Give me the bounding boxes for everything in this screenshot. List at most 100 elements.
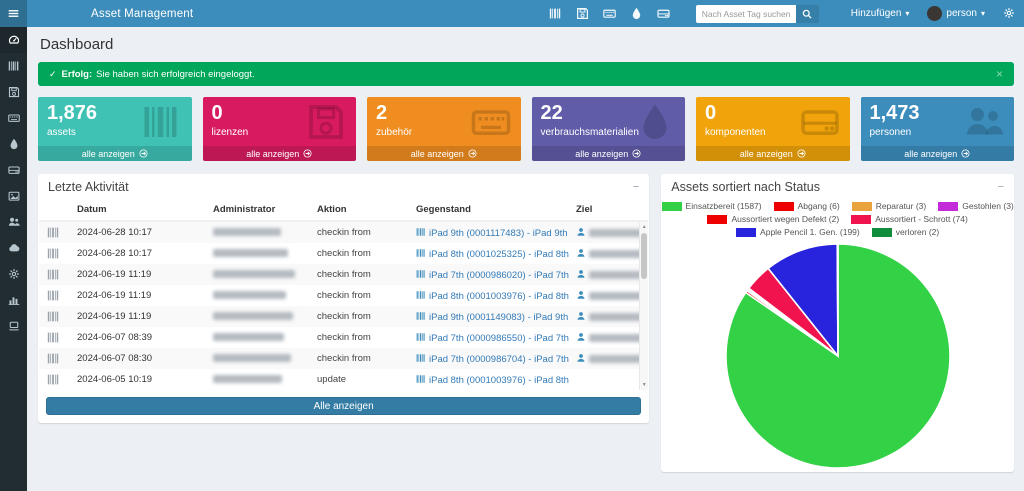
asset-link[interactable]: iPad 7th (0000986020) - iPad 7th bbox=[429, 270, 569, 281]
droplet-icon[interactable] bbox=[630, 7, 643, 20]
sidebar-item-assets[interactable] bbox=[0, 53, 27, 79]
asset-tag-search bbox=[695, 4, 819, 23]
view-all-label: alle anzeigen bbox=[575, 148, 629, 159]
sidebar-item-dashboard[interactable] bbox=[0, 27, 27, 53]
column-header-datum: Datum bbox=[71, 199, 207, 222]
legend-swatch bbox=[773, 201, 794, 211]
legend-item[interactable]: Gestohlen (3) bbox=[938, 201, 1014, 211]
activity-target bbox=[570, 306, 649, 327]
status-chart-header: Assets sortiert nach Status − bbox=[661, 174, 1014, 199]
user-dropdown[interactable]: person ▾ bbox=[927, 6, 985, 21]
success-alert: ✓ Erfolg: Sie haben sich erfolgreich ein… bbox=[38, 62, 1014, 86]
view-all-link[interactable]: alle anzeigen bbox=[202, 146, 356, 161]
scroll-down-arrow-icon[interactable]: ▼ bbox=[640, 381, 648, 390]
activity-table-header: Datum Administrator Aktion Gegenstand Ziel bbox=[39, 199, 649, 222]
floppy-icon bbox=[8, 86, 20, 98]
view-all-link[interactable]: alle anzeigen bbox=[38, 146, 192, 161]
asset-link[interactable]: iPad 9th (0001149083) - iPad 9th bbox=[429, 312, 568, 323]
sidebar-item-reports[interactable] bbox=[0, 287, 27, 313]
collapse-minus-icon[interactable]: − bbox=[998, 181, 1004, 193]
activity-date: 2024-06-07 08:30 bbox=[71, 348, 207, 369]
sidebar-item-kits[interactable] bbox=[0, 183, 27, 209]
hamburger-icon bbox=[8, 8, 19, 19]
legend-label: Apple Pencil 1. Gen. (199) bbox=[760, 227, 860, 237]
hdd-icon[interactable] bbox=[657, 7, 670, 20]
barcode-icon bbox=[416, 227, 426, 237]
legend-label: verloren (2) bbox=[895, 227, 940, 237]
asset-link[interactable]: iPad 7th (0000986550) - iPad 7th bbox=[429, 333, 569, 344]
sidebar-item-requestable[interactable] bbox=[0, 313, 27, 339]
legend-item[interactable]: Aussortiert - Schrott (74) bbox=[851, 214, 968, 224]
legend-label: Abgang (6) bbox=[797, 201, 840, 211]
legend-row: Einsatzbereit (1587) Abgang (6) Reparatur … bbox=[661, 201, 1014, 211]
add-dropdown-label: Hinzufügen bbox=[850, 8, 902, 19]
barcode-icon[interactable] bbox=[549, 7, 562, 20]
floppy-icon[interactable] bbox=[576, 7, 589, 20]
pie-slice-7[interactable] bbox=[836, 243, 839, 357]
table-row: 2024-06-07 08:39 checkin from iPad 7th (00… bbox=[39, 327, 649, 348]
status-pie-chart[interactable] bbox=[722, 240, 954, 472]
redacted-admin-name bbox=[213, 249, 288, 258]
asset-link[interactable]: iPad 9th (0001117483) - iPad 9th bbox=[429, 228, 568, 239]
sidebar-item-licenses[interactable] bbox=[0, 79, 27, 105]
search-input[interactable] bbox=[695, 4, 796, 23]
add-dropdown[interactable]: Hinzufügen ▾ bbox=[851, 8, 910, 19]
admin-settings-button[interactable] bbox=[1003, 7, 1016, 20]
barcode-icon bbox=[416, 290, 426, 300]
view-all-link[interactable]: alle anzeigen bbox=[696, 146, 850, 161]
activity-action: checkin from bbox=[311, 285, 410, 306]
collapse-minus-icon[interactable]: − bbox=[633, 181, 639, 193]
legend-item[interactable]: Reparatur (3) bbox=[851, 201, 926, 211]
close-icon[interactable]: × bbox=[996, 68, 1003, 80]
recent-activity-panel: Letzte Aktivität − Datum Administrator Akt… bbox=[38, 174, 650, 423]
avatar bbox=[927, 6, 943, 21]
activity-item: iPad 7th (0000986020) - iPad 7th bbox=[410, 264, 570, 285]
legend-row: Apple Pencil 1. Gen. (199) verloren (2) bbox=[667, 227, 1008, 237]
sidebar-item-settings[interactable] bbox=[0, 261, 27, 287]
barcode-icon bbox=[416, 269, 426, 279]
legend-item[interactable]: Abgang (6) bbox=[773, 201, 840, 211]
asset-link[interactable]: iPad 8th (0001003976) - iPad 8th bbox=[429, 375, 569, 386]
keyboard-icon[interactable] bbox=[603, 7, 616, 20]
activity-admin bbox=[207, 348, 311, 369]
view-all-button[interactable]: Alle anzeigen bbox=[46, 397, 642, 415]
legend-swatch bbox=[938, 201, 959, 211]
asset-link[interactable]: iPad 7th (0000986704) - iPad 7th bbox=[429, 354, 569, 365]
scroll-up-arrow-icon[interactable]: ▲ bbox=[640, 223, 648, 232]
arrow-circle-right-icon bbox=[468, 149, 477, 158]
user-dropdown-label: person bbox=[946, 8, 977, 19]
view-all-link[interactable]: alle anzeigen bbox=[367, 146, 521, 161]
user-icon bbox=[576, 332, 586, 342]
scrollbar-thumb[interactable] bbox=[641, 233, 648, 279]
keyboard-icon bbox=[7, 112, 20, 124]
sidebar-item-consumables[interactable] bbox=[0, 131, 27, 157]
chevron-down-icon: ▾ bbox=[905, 9, 910, 18]
activity-item: iPad 8th (0001003976) - iPad 8th bbox=[410, 285, 570, 306]
pie-chart-container bbox=[661, 240, 1014, 472]
activity-action: checkin from bbox=[311, 221, 410, 243]
legend-swatch bbox=[736, 227, 757, 237]
activity-table: Datum Administrator Aktion Gegenstand Ziel 2… bbox=[39, 199, 649, 390]
droplet-icon bbox=[632, 102, 678, 142]
activity-admin bbox=[207, 327, 311, 348]
activity-admin bbox=[207, 243, 311, 264]
sidebar-item-people[interactable] bbox=[0, 209, 27, 235]
view-all-link[interactable]: alle anzeigen bbox=[860, 146, 1014, 161]
stat-cards: 1,876 assets alle anzeigen 0 lizenzen alle an… bbox=[38, 97, 1014, 161]
activity-item: iPad 9th (0001149083) - iPad 9th bbox=[410, 306, 570, 327]
sidebar-toggle-button[interactable] bbox=[0, 0, 27, 27]
asset-link[interactable]: iPad 8th (0001025325) - iPad 8th bbox=[429, 249, 569, 260]
table-row: 2024-06-19 11:19 checkin from iPad 7th (00… bbox=[39, 264, 649, 285]
view-all-link[interactable]: alle anzeigen bbox=[531, 146, 685, 161]
legend-item[interactable]: Einsatzbereit (1587) bbox=[661, 201, 762, 211]
sidebar-item-components[interactable] bbox=[0, 157, 27, 183]
users-icon bbox=[961, 102, 1007, 142]
legend-item[interactable]: Aussortiert wegen Defekt (2) bbox=[707, 214, 839, 224]
search-button[interactable] bbox=[795, 4, 819, 23]
sidebar-item-import[interactable] bbox=[0, 235, 27, 261]
asset-link[interactable]: iPad 8th (0001003976) - iPad 8th bbox=[429, 291, 569, 302]
legend-item[interactable]: verloren (2) bbox=[871, 227, 940, 237]
legend-item[interactable]: Apple Pencil 1. Gen. (199) bbox=[736, 227, 860, 237]
table-scrollbar[interactable]: ▲ ▼ bbox=[639, 223, 649, 390]
sidebar-item-accessories[interactable] bbox=[0, 105, 27, 131]
